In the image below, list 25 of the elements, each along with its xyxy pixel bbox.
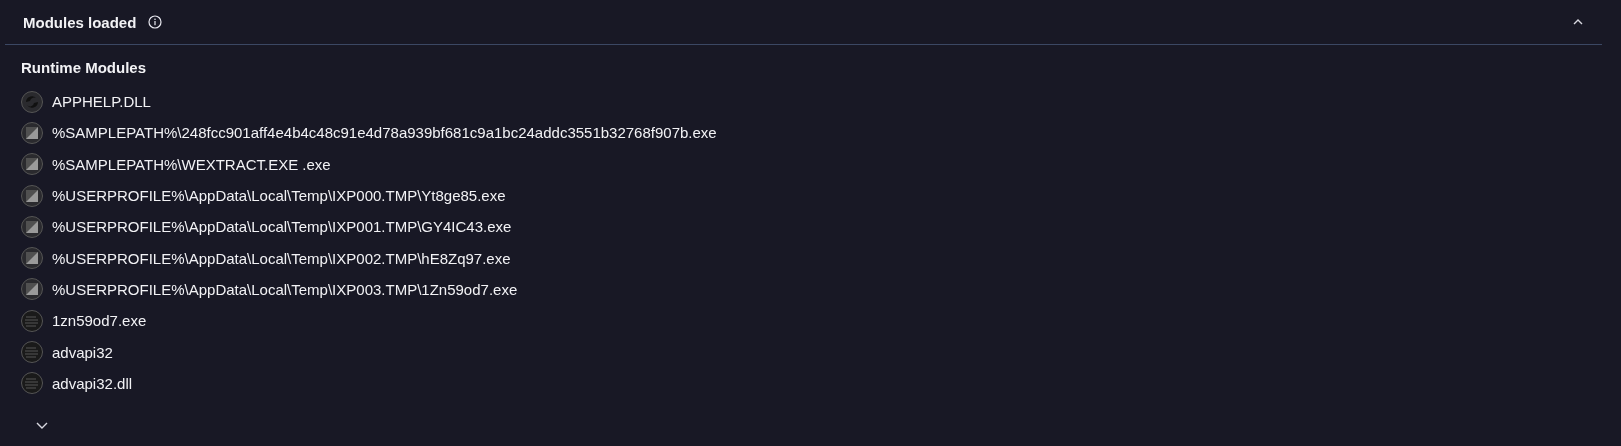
module-icon xyxy=(21,121,43,144)
module-icon xyxy=(21,278,43,301)
module-name: %USERPROFILE%\AppData\Local\Temp\IXP002.TMP\hE8Zq97.exe xyxy=(52,249,511,267)
expand-icon[interactable] xyxy=(35,420,49,430)
info-icon[interactable] xyxy=(148,15,163,29)
module-name: advapi32.dll xyxy=(52,374,133,392)
module-icon xyxy=(21,309,43,332)
module-name: %USERPROFILE%\AppData\Local\Temp\IXP001.TMP\GY4IC43.exe xyxy=(52,218,512,236)
module-icon xyxy=(21,247,43,270)
module-icon xyxy=(21,372,43,395)
module-name: %USERPROFILE%\AppData\Local\Temp\IXP003.TMP\1Zn59od7.exe xyxy=(52,280,518,298)
module-name: %USERPROFILE%\AppData\Local\Temp\IXP000.TMP\Yt8ge85.exe xyxy=(52,187,506,205)
collapse-icon[interactable] xyxy=(1572,18,1584,26)
module-icon xyxy=(21,341,43,363)
module-name: %SAMPLEPATH%\WEXTRACT.EXE .exe xyxy=(52,155,331,173)
module-name: advapi32 xyxy=(52,343,113,361)
module-icon xyxy=(21,90,43,113)
module-name: 1zn59od7.exe xyxy=(52,312,147,330)
section-title: Runtime Modules xyxy=(21,59,147,76)
module-name: %SAMPLEPATH%\248fcc901aff4e4b4c48c91e4d78a939bf681c9a1bc24addc3551b32768f907b.exe xyxy=(52,124,717,142)
module-icon xyxy=(21,153,43,176)
panel-title: Modules loaded xyxy=(23,13,137,31)
module-icon xyxy=(21,215,43,238)
module-icon xyxy=(21,184,43,207)
module-name: APPHELP.DLL xyxy=(52,93,151,111)
